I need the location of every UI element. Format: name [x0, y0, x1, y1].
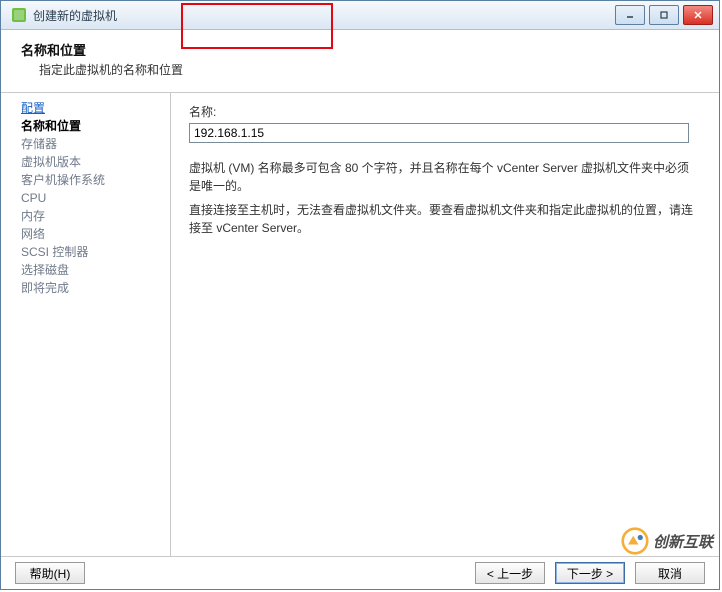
- help-button[interactable]: 帮助(H): [15, 562, 85, 584]
- step-name-location[interactable]: 名称和位置: [1, 117, 170, 135]
- watermark-icon: [621, 527, 649, 555]
- name-input[interactable]: [189, 123, 689, 143]
- wizard-content: 名称: 虚拟机 (VM) 名称最多可包含 80 个字符，并且名称在每个 vCen…: [171, 93, 719, 556]
- back-button[interactable]: < 上一步: [475, 562, 545, 584]
- step-storage: 存储器: [1, 135, 170, 153]
- step-cpu: CPU: [1, 189, 170, 207]
- step-scsi: SCSI 控制器: [1, 243, 170, 261]
- next-button[interactable]: 下一步 >: [555, 562, 625, 584]
- name-hint-1: 虚拟机 (VM) 名称最多可包含 80 个字符，并且名称在每个 vCenter …: [189, 159, 701, 195]
- cancel-button[interactable]: 取消: [635, 562, 705, 584]
- page-subtitle: 指定此虚拟机的名称和位置: [39, 61, 699, 78]
- step-disk: 选择磁盘: [1, 261, 170, 279]
- step-network: 网络: [1, 225, 170, 243]
- name-label: 名称:: [189, 103, 689, 121]
- wizard-body: 配置 名称和位置 存储器 虚拟机版本 客户机操作系统 CPU 内存 网络 SCS…: [1, 93, 719, 556]
- step-vm-version: 虚拟机版本: [1, 153, 170, 171]
- wizard-window: 创建新的虚拟机 名称和位置 指定此虚拟机的名称和位置 配置 名称和位置 存储器 …: [0, 0, 720, 590]
- page-title: 名称和位置: [21, 40, 699, 59]
- watermark: 创新互联: [621, 527, 713, 555]
- maximize-button[interactable]: [649, 5, 679, 25]
- minimize-button[interactable]: [615, 5, 645, 25]
- wizard-steps: 配置 名称和位置 存储器 虚拟机版本 客户机操作系统 CPU 内存 网络 SCS…: [1, 93, 171, 556]
- step-finish: 即将完成: [1, 279, 170, 297]
- step-memory: 内存: [1, 207, 170, 225]
- step-config[interactable]: 配置: [1, 99, 170, 117]
- wizard-header: 名称和位置 指定此虚拟机的名称和位置: [1, 30, 719, 93]
- window-title: 创建新的虚拟机: [33, 7, 615, 24]
- app-icon: [11, 7, 27, 23]
- step-guest-os: 客户机操作系统: [1, 171, 170, 189]
- wizard-footer: 帮助(H) < 上一步 下一步 > 取消: [1, 556, 719, 589]
- titlebar: 创建新的虚拟机: [1, 1, 719, 30]
- close-button[interactable]: [683, 5, 713, 25]
- name-hint-2: 直接连接至主机时，无法查看虚拟机文件夹。要查看虚拟机文件夹和指定此虚拟机的位置，…: [189, 201, 701, 237]
- watermark-text: 创新互联: [653, 531, 713, 552]
